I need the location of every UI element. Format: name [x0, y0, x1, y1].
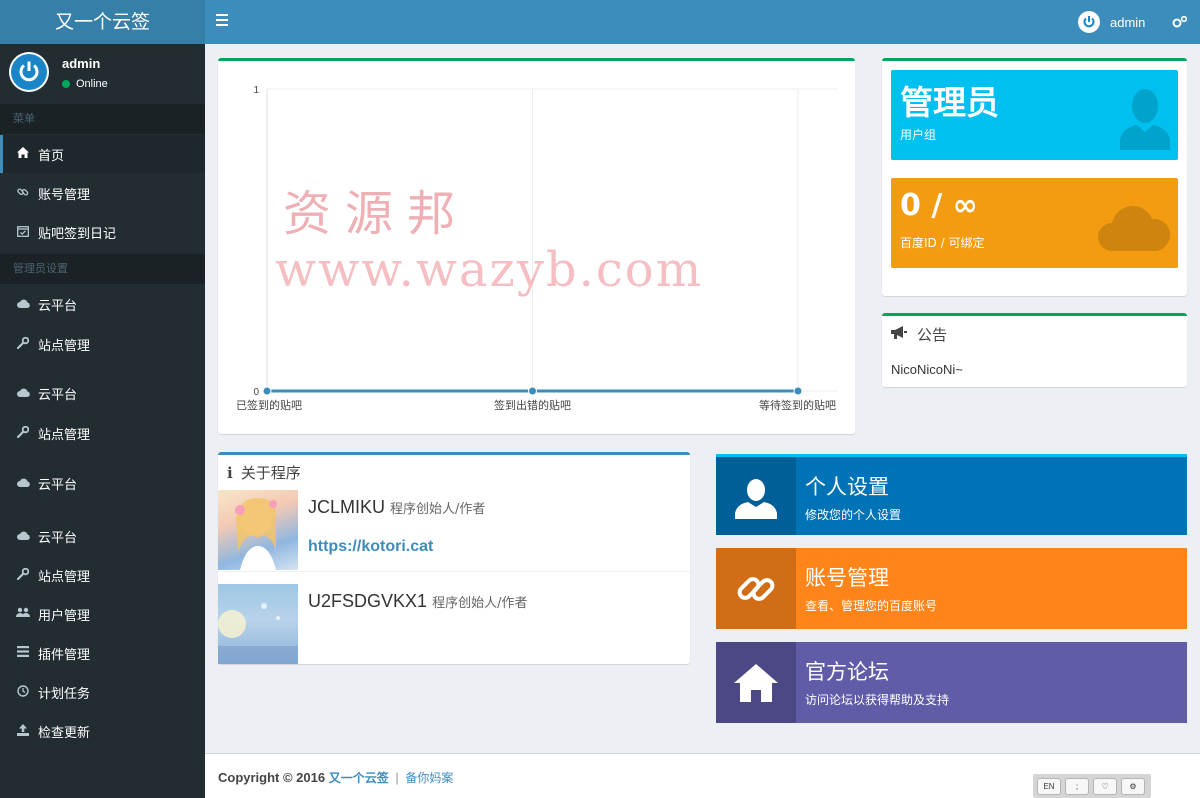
action-title: 官方论坛 — [805, 660, 889, 684]
sidebar-item-cloud-platform[interactable]: 云平台 — [0, 517, 205, 555]
cloud-icon — [1098, 203, 1171, 256]
action-title: 个人设置 — [805, 475, 889, 499]
cloud-icon — [16, 476, 30, 490]
power-icon — [19, 61, 39, 82]
divider — [218, 571, 690, 572]
author-name: U2FSDGVKX1 — [308, 591, 428, 611]
author-entry: JCLMIKU 程序创始人/作者 — [308, 497, 485, 518]
user-panel: admin Online — [0, 44, 205, 104]
header-username: admin — [1110, 14, 1146, 30]
action-subtitle: 查看、管理您的百度账号 — [805, 599, 938, 613]
action-title: 账号管理 — [805, 566, 889, 590]
cloud-icon — [16, 529, 30, 543]
chart-y-tick-label: 0 — [253, 387, 259, 398]
wrench-icon — [16, 336, 30, 352]
sidebar-item-users[interactable]: 用户管理 — [0, 595, 205, 633]
power-icon — [1078, 11, 1100, 33]
sidebar: admin Online 菜单 首页 账号管理 贴吧签到日记 管理员设置 云平台 — [0, 44, 205, 798]
sidebar-item-site-admin[interactable]: 站点管理 — [0, 556, 205, 594]
action-subtitle: 访问论坛以获得帮助及支持 — [805, 693, 950, 707]
link-icon — [16, 186, 30, 201]
link-icon — [716, 548, 796, 629]
user-group-subtitle: 用户组 — [900, 128, 937, 142]
user-group-box: 管理员 用户组 — [891, 70, 1178, 160]
sidebar-item-plugins[interactable]: 插件管理 — [0, 634, 205, 672]
chart-x-tick-label: 签到出错的贴吧 — [494, 398, 571, 412]
header-user-menu[interactable]: admin — [1078, 11, 1145, 33]
top-header: 又一个云签 admin — [0, 0, 1200, 44]
favorite-button[interactable]: ♡ — [1093, 777, 1117, 795]
chart-x-tick-label: 等待签到的贴吧 — [759, 398, 836, 412]
chart-y-tick-label: 1 — [253, 85, 259, 96]
baidu-id-subtitle: 百度ID / 可绑定 — [900, 236, 985, 250]
home-icon — [716, 642, 796, 723]
sidebar-item-cloud-platform[interactable]: 云平台 — [0, 285, 205, 323]
notice-header: 公告 — [891, 324, 947, 345]
baidu-id-box: 0 / ∞ 百度ID / 可绑定 — [891, 178, 1178, 268]
sidebar-item-home[interactable]: 首页 — [0, 135, 205, 173]
chart-x-tick-label: 已签到的贴吧 — [236, 398, 302, 412]
official-forum-button[interactable]: 官方论坛 访问论坛以获得帮助及支持 — [716, 642, 1187, 723]
info-icon: i — [227, 463, 233, 482]
account-manage-button[interactable]: 账号管理 查看、管理您的百度账号 — [716, 548, 1187, 629]
clock-icon — [16, 684, 30, 700]
sidebar-item-update[interactable]: 检查更新 — [0, 712, 205, 750]
author-entry: U2FSDGVKX1 程序创始人/作者 — [308, 591, 527, 612]
cloud-icon — [16, 386, 30, 400]
author-role: 程序创始人/作者 — [432, 596, 528, 611]
author-avatar — [218, 490, 298, 570]
language-button[interactable]: EN — [1037, 777, 1061, 795]
sidebar-item-sign-log[interactable]: 贴吧签到日记 — [0, 213, 205, 251]
author-website-link[interactable]: https://kotori.cat — [308, 538, 433, 556]
chart-point — [262, 386, 272, 396]
site-link[interactable]: 又一个云签 — [329, 771, 389, 785]
site-logo[interactable]: 又一个云签 — [0, 0, 205, 44]
chart-point — [793, 386, 803, 396]
user-icon — [1120, 88, 1170, 155]
upload-icon — [16, 723, 30, 739]
calendar-check-icon — [16, 225, 30, 240]
action-subtitle: 修改您的个人设置 — [805, 508, 902, 522]
notice-text: NicoNicoNi~ — [891, 362, 963, 377]
personal-settings-button[interactable]: 个人设置 修改您的个人设置 — [716, 454, 1187, 535]
online-dot-icon — [62, 80, 70, 88]
wrench-icon — [16, 425, 30, 441]
list-icon — [16, 646, 30, 660]
sidebar-item-site-admin[interactable]: 站点管理 — [0, 414, 205, 452]
punctuation-button[interactable]: ; — [1065, 777, 1089, 795]
about-header: i 关于程序 — [227, 463, 301, 483]
sidebar-item-cloud-platform[interactable]: 云平台 — [0, 464, 205, 502]
sidebar-header-admin: 管理员设置 — [0, 254, 205, 284]
floating-toolbar: EN ; ♡ ⚙ — [1033, 774, 1151, 798]
gears-icon[interactable] — [1172, 15, 1188, 31]
footer-copyright: Copyright © 2016 又一个云签 | 备你妈案 — [218, 770, 454, 785]
sidebar-username: admin — [62, 56, 101, 71]
cloud-icon — [16, 297, 30, 311]
settings-button[interactable]: ⚙ — [1121, 777, 1145, 795]
author-avatar — [218, 584, 298, 664]
user-status: Online — [62, 78, 108, 90]
author-role: 程序创始人/作者 — [390, 502, 486, 517]
users-icon — [16, 607, 30, 621]
sidebar-item-cron[interactable]: 计划任务 — [0, 673, 205, 711]
baidu-id-count: 0 / ∞ — [900, 188, 978, 223]
author-name: JCLMIKU — [308, 497, 386, 517]
chart-point — [528, 386, 537, 396]
sidebar-header-menu: 菜单 — [0, 104, 205, 134]
watermark-url: www.wazyb.com — [275, 242, 704, 298]
sidebar-item-site-admin[interactable]: 站点管理 — [0, 325, 205, 363]
user-group-title: 管理员 — [900, 83, 999, 122]
user-icon — [716, 457, 796, 535]
bullhorn-icon — [891, 326, 907, 343]
beian-link[interactable]: 备你妈案 — [405, 771, 453, 785]
avatar — [9, 52, 49, 92]
wrench-icon — [16, 567, 30, 583]
watermark-text: 资源邦 — [283, 186, 470, 242]
sidebar-item-accounts[interactable]: 账号管理 — [0, 174, 205, 212]
home-icon — [16, 147, 30, 161]
sidebar-item-cloud-platform[interactable]: 云平台 — [0, 374, 205, 412]
menu-toggle-icon[interactable] — [216, 14, 230, 28]
